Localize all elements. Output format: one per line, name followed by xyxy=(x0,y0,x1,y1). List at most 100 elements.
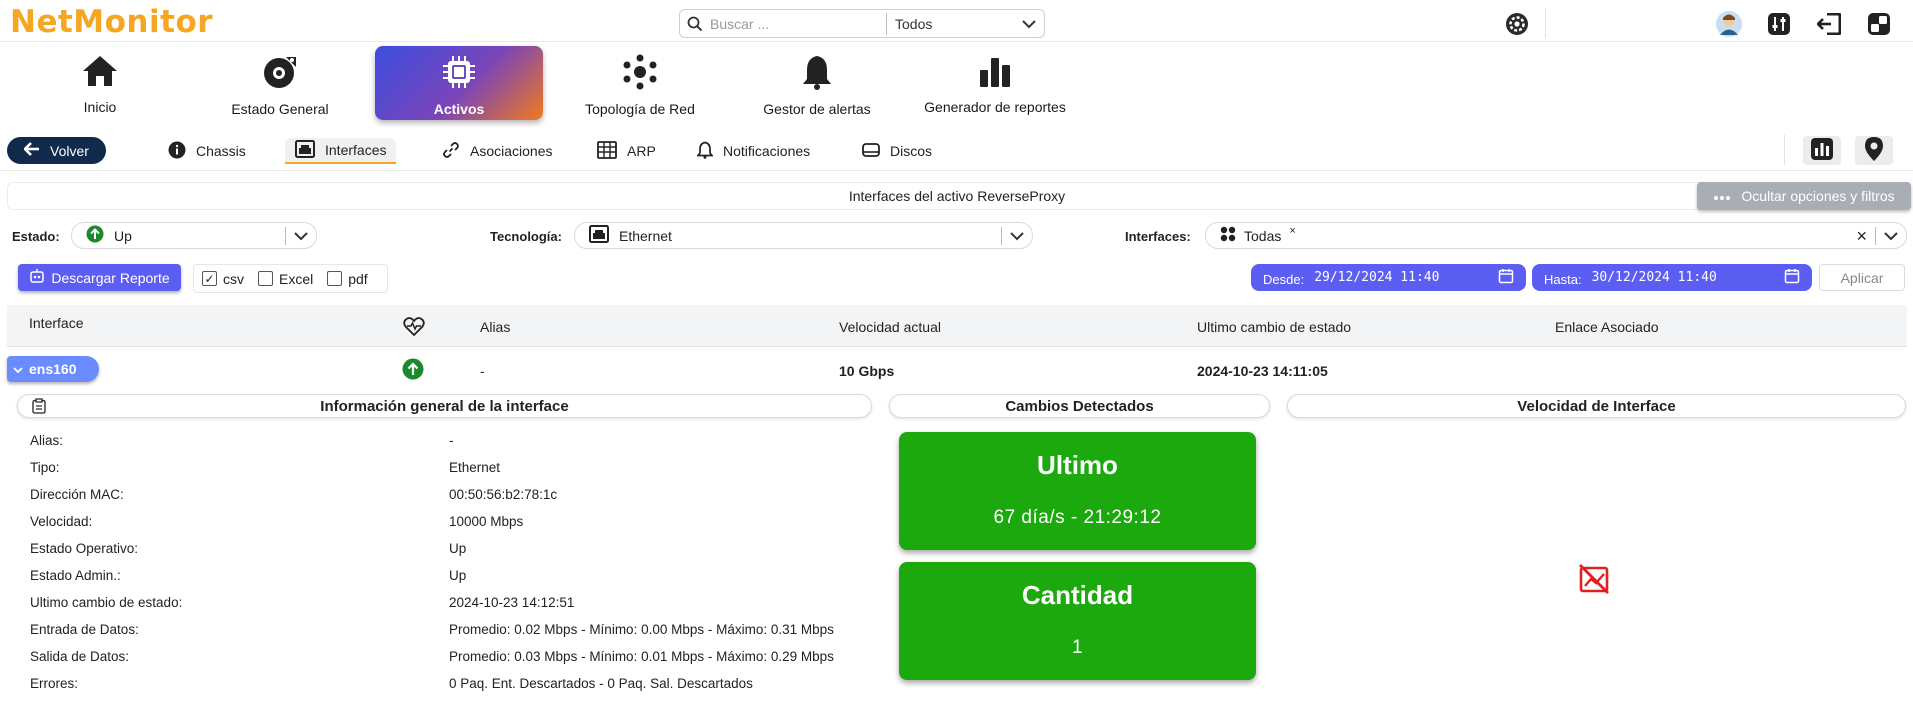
info-value: Promedio: 0.03 Mbps - Mínimo: 0.01 Mbps … xyxy=(449,649,834,664)
nav-label: Inicio xyxy=(83,99,117,115)
card-value: 1 xyxy=(1071,637,1084,658)
info-value: 10000 Mbps xyxy=(449,514,524,529)
column-header-interface[interactable]: Interface xyxy=(29,315,83,331)
main-nav: Inicio Estado General Activos Topología … xyxy=(0,46,1913,122)
user-avatar[interactable] xyxy=(1715,10,1743,38)
info-value: Promedio: 0.02 Mbps - Mínimo: 0.00 Mbps … xyxy=(449,622,834,637)
toggle-filters-label: Ocultar opciones y filtros xyxy=(1741,188,1895,204)
card-title: Cantidad xyxy=(1021,580,1134,610)
search-scope-select[interactable]: Todos xyxy=(887,16,1044,32)
ethernet-icon xyxy=(295,139,315,161)
tab-interfaces[interactable]: Interfaces xyxy=(285,138,397,164)
tab-label: Discos xyxy=(890,143,933,159)
bell-icon xyxy=(801,54,833,93)
stats-view-button[interactable] xyxy=(1803,136,1841,165)
info-key: Tipo: xyxy=(30,460,60,475)
global-search: Todos xyxy=(679,9,1045,38)
csv-checkbox[interactable]: ✓ csv xyxy=(202,271,244,287)
info-key: Velocidad: xyxy=(30,514,93,529)
checkbox-unchecked[interactable] xyxy=(258,271,273,286)
tab-asociaciones[interactable]: Asociaciones xyxy=(442,138,553,164)
nav-item-activos[interactable]: Activos xyxy=(375,46,543,120)
nav-item-topologia[interactable]: Topología de Red xyxy=(570,46,710,120)
nav-item-estado-general[interactable]: Estado General xyxy=(220,46,340,120)
interfaces-select[interactable]: Todas × × xyxy=(1205,222,1907,249)
download-report-label: Descargar Reporte xyxy=(51,269,170,286)
topology-icon xyxy=(622,54,658,93)
table-header: Interface Alias Velocidad actual Ultimo … xyxy=(7,305,1907,347)
arrow-left-icon xyxy=(23,142,40,159)
tecnologia-select[interactable]: Ethernet xyxy=(574,222,1033,249)
tab-notificaciones[interactable]: Notificaciones xyxy=(696,138,810,164)
link-icon xyxy=(442,141,460,162)
hasta-label: Hasta: xyxy=(1544,272,1582,287)
map-pin-icon xyxy=(1864,136,1884,165)
info-value: Ethernet xyxy=(449,460,501,475)
desde-value[interactable]: 29/12/2024 11:40 xyxy=(1314,270,1498,285)
tab-label: Asociaciones xyxy=(470,143,553,159)
info-row-entrada: Entrada de Datos: Promedio: 0.02 Mbps - … xyxy=(30,622,850,642)
checkbox-checked[interactable]: ✓ xyxy=(202,271,217,286)
column-header-alias[interactable]: Alias xyxy=(480,319,510,335)
info-row-alias: Alias: - xyxy=(30,433,850,453)
velocidad-cell: 10 Gbps xyxy=(839,363,895,379)
desde-date-field[interactable]: Desde: 29/12/2024 11:40 xyxy=(1251,264,1526,291)
page-title: Interfaces del activo ReverseProxy xyxy=(7,182,1907,210)
search-input[interactable] xyxy=(710,15,880,32)
info-row-estado-admin: Estado Admin.: Up xyxy=(30,568,850,588)
apply-button[interactable]: Aplicar xyxy=(1819,264,1905,291)
sliders-icon[interactable] xyxy=(1765,10,1793,38)
heartbeat-icon[interactable] xyxy=(403,317,425,340)
pdf-checkbox[interactable]: pdf xyxy=(327,271,368,287)
ultimo-card: Ultimo 67 día/s - 21:29:12 xyxy=(899,432,1256,550)
estado-select[interactable]: Up xyxy=(71,222,317,249)
chevron-down-icon xyxy=(1010,228,1024,244)
select-separator xyxy=(285,226,286,245)
tab-arp[interactable]: ARP xyxy=(597,138,656,164)
nav-item-reportes[interactable]: Generador de reportes xyxy=(920,46,1070,120)
nav-item-gestor-alertas[interactable]: Gestor de alertas xyxy=(752,46,882,120)
calendar-icon[interactable] xyxy=(1498,268,1514,287)
excel-checkbox[interactable]: Excel xyxy=(258,271,313,287)
info-icon xyxy=(168,141,186,162)
row-expand-toggle[interactable]: ens160 xyxy=(7,356,99,382)
info-key: Estado Admin.: xyxy=(30,568,121,583)
hasta-date-field[interactable]: Hasta: 30/12/2024 11:40 xyxy=(1532,264,1812,291)
chevron-down-icon xyxy=(13,361,23,377)
column-header-ultimo-cambio[interactable]: Ultimo cambio de estado xyxy=(1197,319,1351,335)
toggle-filters-button[interactable]: Ocultar opciones y filtros xyxy=(1697,182,1911,210)
download-report-button[interactable]: Descargar Reporte xyxy=(18,264,181,291)
column-header-velocidad[interactable]: Velocidad actual xyxy=(839,319,941,335)
chip-icon xyxy=(441,54,477,93)
hasta-value[interactable]: 30/12/2024 11:40 xyxy=(1592,270,1784,285)
checkbox-unchecked[interactable] xyxy=(327,271,343,286)
table-row[interactable]: ens160 - 10 Gbps 2024-10-23 14:11:05 xyxy=(7,352,1907,388)
app-logo[interactable]: NetMonitor xyxy=(10,4,213,40)
info-panel-header: Información general de la interface xyxy=(17,394,872,418)
estado-label: Estado: xyxy=(12,229,60,244)
settings-gear-icon[interactable] xyxy=(1503,10,1531,38)
logout-icon[interactable] xyxy=(1815,10,1843,38)
switch-view-icon[interactable] xyxy=(1865,10,1893,38)
location-button[interactable] xyxy=(1855,136,1893,165)
info-key: Errores: xyxy=(30,676,79,691)
remove-tag-icon[interactable]: × xyxy=(1289,225,1295,237)
tab-chassis[interactable]: Chassis xyxy=(168,138,246,164)
interface-name: ens160 xyxy=(29,361,77,377)
info-key: Entrada de Datos: xyxy=(30,622,139,637)
table-icon xyxy=(597,140,617,162)
calendar-icon[interactable] xyxy=(1784,268,1800,287)
back-label: Volver xyxy=(50,142,89,159)
tab-label: Interfaces xyxy=(325,142,387,158)
back-button[interactable]: Volver xyxy=(7,137,106,164)
nav-label: Estado General xyxy=(231,101,329,117)
chevron-down-icon xyxy=(1022,16,1036,32)
clear-icon[interactable]: × xyxy=(1856,227,1867,245)
column-header-enlace[interactable]: Enlace Asociado xyxy=(1555,319,1659,335)
nav-item-inicio[interactable]: Inicio xyxy=(60,46,140,120)
info-key: Salida de Datos: xyxy=(30,649,130,664)
more-dots-icon xyxy=(1713,188,1731,204)
tab-label: ARP xyxy=(627,143,656,159)
info-row-mac: Dirección MAC: 00:50:56:b2:78:1c xyxy=(30,487,850,507)
tab-discos[interactable]: Discos xyxy=(862,138,932,164)
